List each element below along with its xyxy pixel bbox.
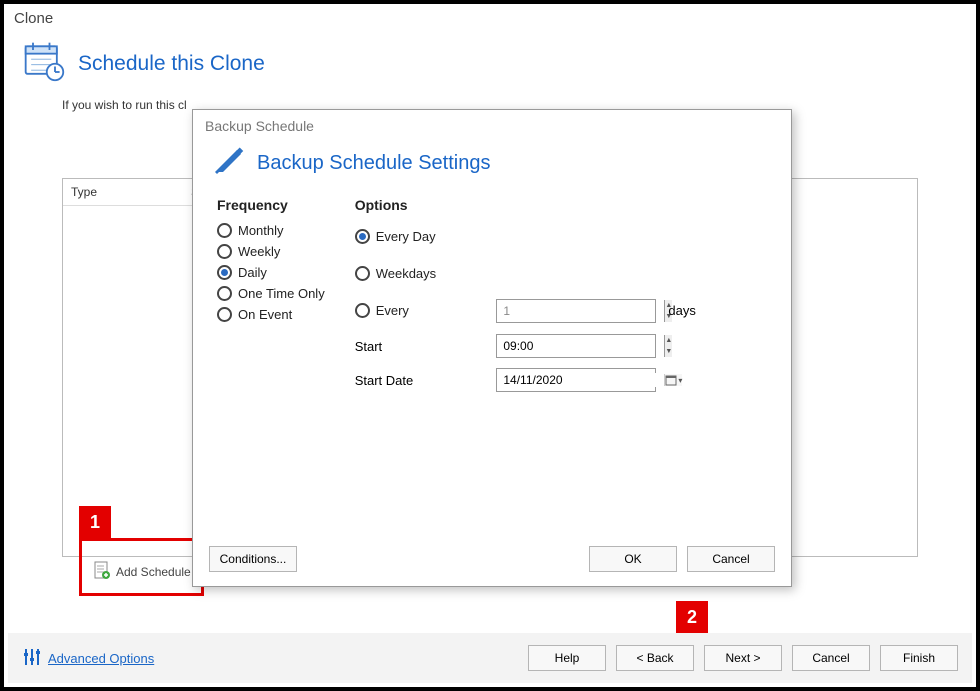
calendar-clock-icon xyxy=(22,39,66,88)
page-title: Schedule this Clone xyxy=(78,52,265,76)
start-date-input[interactable] xyxy=(497,373,664,387)
page-header: Schedule this Clone xyxy=(4,27,976,92)
next-button[interactable]: Next > xyxy=(704,645,782,671)
radio-icon xyxy=(217,223,232,238)
window-title: Clone xyxy=(4,4,976,27)
radio-icon xyxy=(217,244,232,259)
radio-icon xyxy=(355,229,370,244)
every-n-input[interactable] xyxy=(497,300,664,322)
cancel-button[interactable]: Cancel xyxy=(687,546,775,572)
help-button[interactable]: Help xyxy=(528,645,606,671)
sliders-icon xyxy=(22,647,42,670)
dialog-title: Backup Schedule xyxy=(193,110,791,138)
dialog-header: Backup Schedule Settings xyxy=(193,138,791,193)
annotation-badge-2: 2 xyxy=(676,601,708,633)
start-date-label: Start Date xyxy=(355,373,485,388)
radio-on-event[interactable]: On Event xyxy=(217,307,325,322)
dialog-footer: Conditions... OK Cancel xyxy=(193,536,791,586)
conditions-button[interactable]: Conditions... xyxy=(209,546,297,572)
start-label: Start xyxy=(355,339,485,354)
add-schedule-button[interactable]: Add Schedule xyxy=(88,558,197,585)
pencil-icon xyxy=(213,144,247,183)
every-n-stepper[interactable]: ▲▼ xyxy=(496,299,656,323)
add-schedule-label: Add Schedule xyxy=(116,565,191,579)
radio-daily[interactable]: Daily xyxy=(217,265,325,280)
radio-icon xyxy=(217,307,232,322)
radio-icon xyxy=(217,265,232,280)
finish-button[interactable]: Finish xyxy=(880,645,958,671)
chevron-up-icon[interactable]: ▲ xyxy=(665,335,672,346)
chevron-down-icon[interactable]: ▼ xyxy=(665,346,672,357)
radio-every-n[interactable]: Every xyxy=(355,303,485,318)
document-plus-icon xyxy=(94,561,110,582)
start-time-stepper[interactable]: ▲▼ xyxy=(496,334,656,358)
app-window: Clone Schedule this Clone If you wish to… xyxy=(0,0,980,691)
radio-icon xyxy=(355,266,370,281)
radio-one-time[interactable]: One Time Only xyxy=(217,286,325,301)
wizard-footer: Advanced Options Help < Back Next > Canc… xyxy=(8,633,972,683)
advanced-options-label[interactable]: Advanced Options xyxy=(48,651,154,666)
calendar-dropdown-icon[interactable]: ▾ xyxy=(664,374,682,386)
radio-every-day[interactable]: Every Day xyxy=(355,229,767,244)
annotation-badge-1: 1 xyxy=(79,506,111,538)
radio-monthly[interactable]: Monthly xyxy=(217,223,325,238)
start-time-input[interactable] xyxy=(497,335,664,357)
radio-weekdays[interactable]: Weekdays xyxy=(355,266,767,281)
every-unit: days xyxy=(668,303,767,318)
backup-schedule-dialog: Backup Schedule Backup Schedule Settings… xyxy=(192,109,792,587)
radio-weekly[interactable]: Weekly xyxy=(217,244,325,259)
dialog-heading: Backup Schedule Settings xyxy=(257,152,491,175)
start-date-picker[interactable]: ▾ xyxy=(496,368,656,392)
frequency-label: Frequency xyxy=(217,197,325,213)
frequency-group: Frequency Monthly Weekly Daily One Time … xyxy=(217,197,325,532)
options-group: Options Every Day Weekdays Every ▲▼ days… xyxy=(355,197,767,532)
back-button[interactable]: < Back xyxy=(616,645,694,671)
advanced-options-link[interactable]: Advanced Options xyxy=(22,647,154,670)
ok-button[interactable]: OK xyxy=(589,546,677,572)
col-type[interactable]: Type xyxy=(63,179,183,206)
radio-icon xyxy=(217,286,232,301)
cancel-button[interactable]: Cancel xyxy=(792,645,870,671)
options-label: Options xyxy=(355,197,767,213)
radio-icon xyxy=(355,303,370,318)
